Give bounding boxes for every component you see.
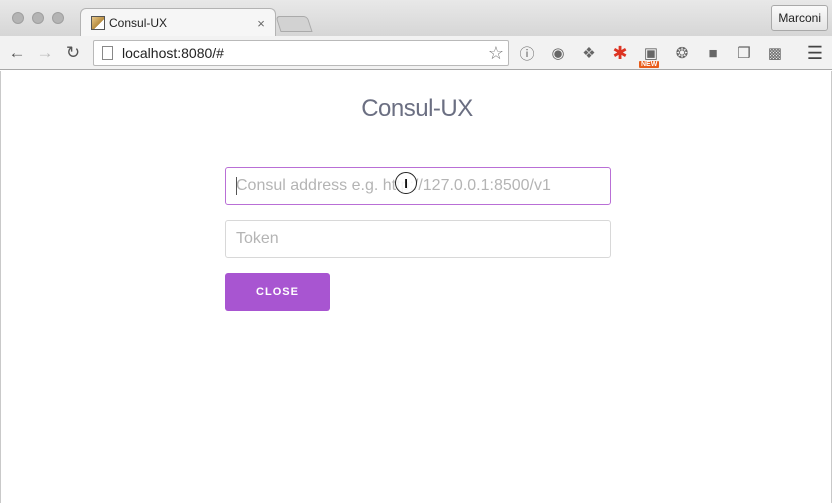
window-minimize-button[interactable] xyxy=(32,12,44,24)
gray-square-extension-icon[interactable]: ■ xyxy=(702,42,724,64)
close-button[interactable]: CLOSE xyxy=(225,273,330,311)
page-icon xyxy=(102,46,113,60)
reload-icon: ↻ xyxy=(65,43,81,62)
compass-extension-icon[interactable]: ❖ xyxy=(578,42,600,64)
globe-extension-icon[interactable]: ◉ xyxy=(547,42,569,64)
new-badge-icon: NEW xyxy=(639,61,660,68)
hamburger-menu-icon[interactable]: ☰ xyxy=(804,42,826,64)
info-extension-icon[interactable]: ⓘ xyxy=(516,42,538,64)
browser-toolbar: ← → ↻ localhost:8080/# ☆ ⓘ ◉ ❖ ✱ ▣ NEW ❂ … xyxy=(0,36,832,70)
favicon-icon xyxy=(91,16,105,30)
new-window-extension-icon[interactable]: ▣ NEW xyxy=(639,42,662,68)
star-icon[interactable]: ☆ xyxy=(484,43,508,64)
address-bar[interactable]: localhost:8080/# ☆ xyxy=(93,40,509,66)
text-caret xyxy=(236,177,237,195)
browser-tab[interactable]: Consul-UX × xyxy=(80,8,276,37)
arrow-left-icon: ← xyxy=(8,43,26,62)
puzzle-extension-icon[interactable]: ▩ xyxy=(764,42,786,64)
window-close-button[interactable] xyxy=(12,12,24,24)
arrow-right-icon: → xyxy=(36,43,54,62)
color-wheel-extension-icon[interactable]: ✱ xyxy=(609,42,631,64)
page-content: Consul-UX I CLOSE xyxy=(0,71,832,503)
app-title: Consul-UX xyxy=(361,95,473,122)
forward-button[interactable]: → xyxy=(34,42,56,64)
reload-button[interactable]: ↻ xyxy=(62,42,84,64)
tab-close-icon[interactable]: × xyxy=(255,16,267,31)
new-tab-button[interactable] xyxy=(275,16,313,32)
ibeam-cursor-icon: I xyxy=(395,172,417,194)
window-maximize-button[interactable] xyxy=(52,12,64,24)
browser-titlebar: Consul-UX × Marconi xyxy=(0,0,832,37)
profile-button[interactable]: Marconi xyxy=(771,5,828,31)
extension-icons: ⓘ ◉ ❖ ✱ ▣ NEW ❂ ■ ❒ ▩ xyxy=(516,42,795,68)
token-input[interactable] xyxy=(225,220,611,258)
back-button[interactable]: ← xyxy=(6,42,28,64)
cube-extension-icon[interactable]: ❒ xyxy=(733,42,755,64)
url-text[interactable]: localhost:8080/# xyxy=(122,45,484,61)
consul-address-input[interactable] xyxy=(225,167,611,205)
tab-title: Consul-UX xyxy=(109,16,168,30)
film-reel-extension-icon[interactable]: ❂ xyxy=(671,42,693,64)
